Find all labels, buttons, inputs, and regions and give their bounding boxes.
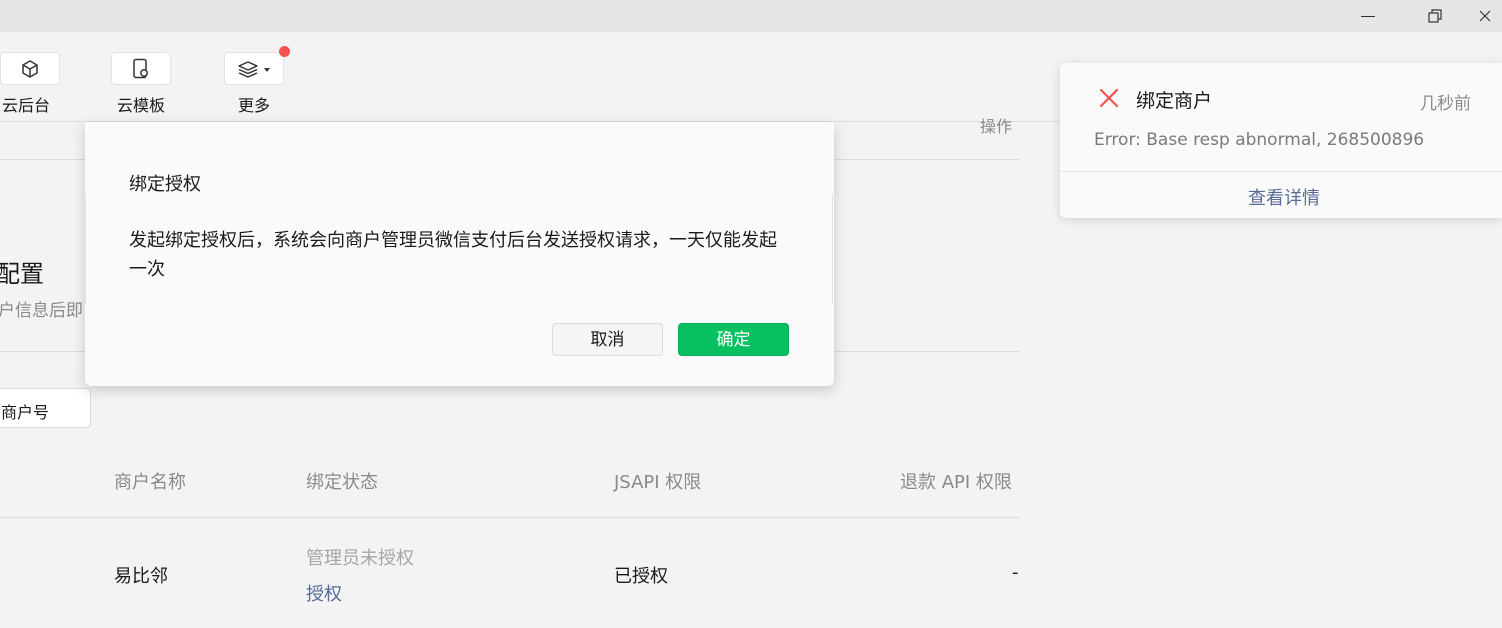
add-merchant-button[interactable]: 商户号 — [0, 388, 91, 428]
toolbar-item-label: 云模板 — [116, 96, 165, 115]
toolbar-item-label: 云后台 — [2, 96, 51, 115]
refund-api-cell: - — [1012, 562, 1019, 583]
table-header-operation: 操作 — [980, 117, 1013, 136]
maximize-button[interactable] — [1412, 0, 1458, 32]
column-header-refund: 退款 API 权限 — [900, 472, 1012, 493]
toolbar-item-cloud-backend[interactable]: 云后台 — [0, 52, 60, 116]
notification-dot — [279, 46, 290, 57]
section-desc: 户信息后即 — [0, 301, 83, 321]
column-header-jsapi: JSAPI 权限 — [614, 472, 702, 493]
cancel-button[interactable]: 取消 — [552, 323, 663, 356]
table-header-divider — [0, 517, 1020, 518]
phone-template-icon — [133, 58, 148, 78]
dialog-edge — [832, 194, 833, 304]
error-close-icon[interactable] — [1098, 87, 1120, 109]
restore-icon — [1428, 9, 1442, 23]
jsapi-cell: 已授权 — [614, 566, 668, 587]
notification-title: 绑定商户 — [1136, 90, 1213, 112]
dialog-body: 发起绑定授权后，系统会向商户管理员微信支付后台发送授权请求，一天仅能发起一次 — [129, 230, 777, 280]
error-notification: 绑定商户 几秒前 Error: Base resp abnormal, 2685… — [1060, 63, 1502, 218]
toolbar-icon-box — [0, 52, 60, 85]
toolbar-item-cloud-template[interactable]: 云模板 — [111, 52, 171, 116]
column-header-status: 绑定状态 — [306, 472, 378, 493]
view-details-link[interactable]: 查看详情 — [1060, 184, 1502, 210]
dialog-edge — [85, 194, 86, 304]
close-window-button[interactable] — [1478, 0, 1502, 32]
merchant-name-cell: 易比邻 — [114, 566, 168, 587]
notification-message: Error: Base resp abnormal, 268500896 — [1094, 130, 1425, 150]
toolbar-icon-box — [224, 52, 284, 85]
confirm-button[interactable]: 确定 — [678, 323, 789, 356]
dialog-title: 绑定授权 — [129, 174, 201, 195]
toolbar-item-label: 更多 — [237, 96, 270, 115]
section-title: 配置 — [0, 260, 44, 288]
column-header-name: 商户名称 — [114, 472, 186, 493]
toolbar-icon-box — [111, 52, 171, 85]
cube-icon — [22, 59, 38, 78]
layers-icon — [238, 60, 270, 78]
authorize-link[interactable]: 授权 — [306, 580, 342, 606]
close-icon — [1479, 10, 1491, 22]
window-titlebar — [0, 0, 1502, 32]
divider — [1060, 171, 1502, 172]
bind-authorization-dialog: 绑定授权 发起绑定授权后，系统会向商户管理员微信支付后台发送授权请求，一天仅能发… — [85, 122, 834, 386]
notification-time: 几秒前 — [1420, 94, 1471, 114]
minimize-button[interactable] — [1345, 0, 1391, 32]
minimize-icon — [1361, 15, 1375, 17]
bind-status-cell: 管理员未授权 — [306, 548, 414, 569]
toolbar-item-more[interactable]: 更多 — [224, 52, 284, 116]
